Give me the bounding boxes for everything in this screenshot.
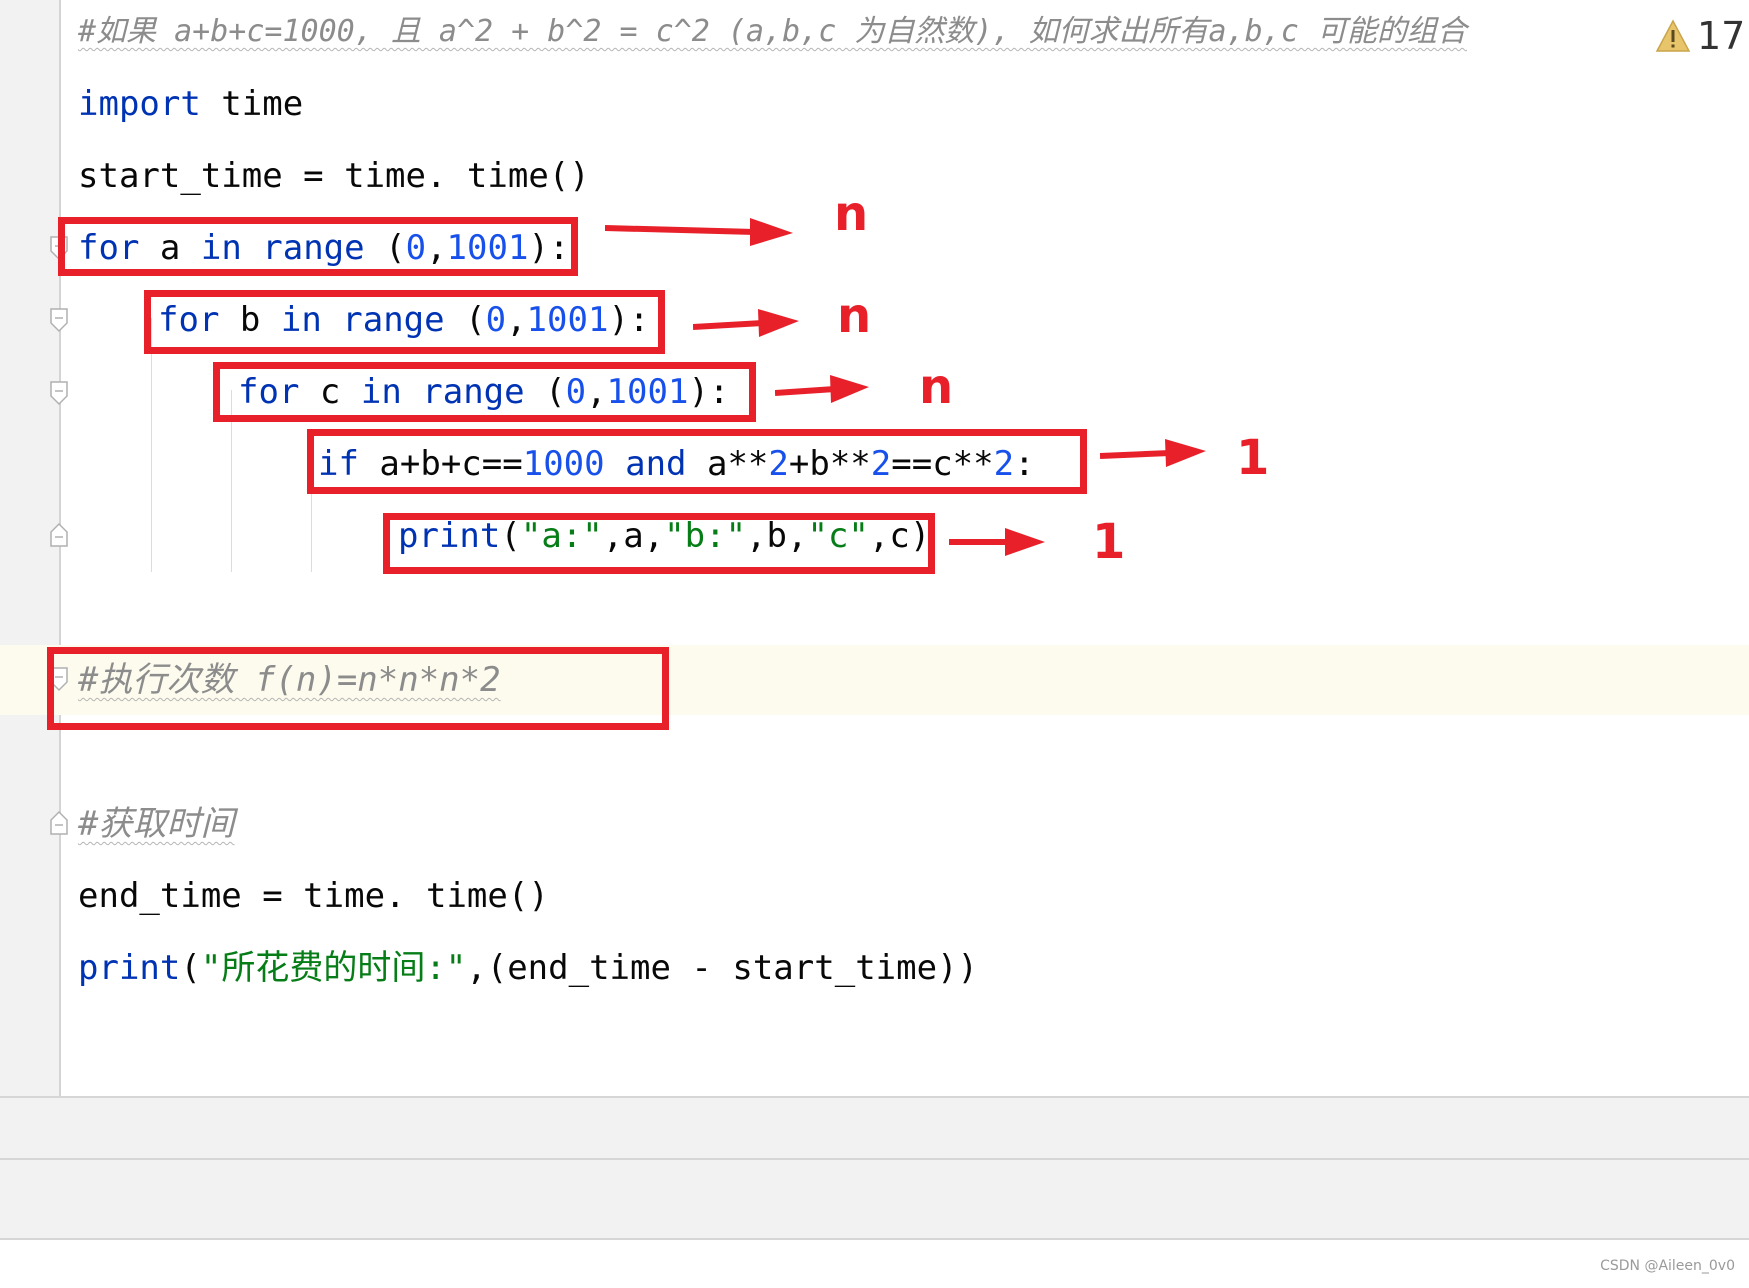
warning-icon xyxy=(1655,19,1691,52)
divider xyxy=(0,1158,1749,1160)
annotation-label: n xyxy=(837,288,872,344)
annotation-label: 1 xyxy=(1092,514,1126,570)
annotation-box-exec-count xyxy=(47,647,669,730)
annotation-label: n xyxy=(919,359,954,415)
warnings-indicator[interactable]: 17 xyxy=(1655,14,1746,58)
print-call: print xyxy=(78,948,181,988)
fold-marker-icon[interactable] xyxy=(49,380,69,406)
import-line: import time xyxy=(78,76,303,132)
paren-open: ( xyxy=(180,948,201,988)
import-keyword: import xyxy=(78,84,201,124)
header-comment-line: #如果 a+b+c=1000, 且 a^2 + b^2 = c^2 (a,b,c… xyxy=(78,14,1467,49)
annotation-arrow xyxy=(775,375,869,403)
indent-guide xyxy=(151,318,152,572)
annotation-box-for-b xyxy=(144,290,665,354)
get-time-comment: #获取时间 xyxy=(78,804,235,844)
import-module: time xyxy=(200,84,304,124)
annotation-box-for-a xyxy=(58,217,578,276)
annotation-arrow xyxy=(605,218,793,246)
warnings-count: 17 xyxy=(1697,14,1746,58)
start-time-line: start_time = time. time() xyxy=(78,156,590,196)
editor-gutter xyxy=(0,0,61,1096)
fold-marker-icon[interactable] xyxy=(49,307,69,333)
watermark: CSDN @Aileen_0v0 xyxy=(1600,1258,1735,1274)
fold-end-marker-icon[interactable] xyxy=(49,810,69,836)
divider xyxy=(0,1096,1749,1098)
annotation-arrow xyxy=(949,528,1045,556)
annotation-box-for-c xyxy=(213,362,756,422)
annotation-box-print xyxy=(383,513,935,574)
annotation-arrow xyxy=(1100,439,1206,467)
elapsed-string: "所花费的时间:" xyxy=(200,948,467,988)
annotation-arrow xyxy=(693,309,799,337)
status-strip xyxy=(0,1240,1749,1288)
elapsed-expr: ,(end_time - start_time)) xyxy=(466,948,979,988)
code-editor[interactable]: #如果 a+b+c=1000, 且 a^2 + b^2 = c^2 (a,b,c… xyxy=(0,0,1749,1096)
final-print-line: print("所花费的时间:",(end_time - start_time)) xyxy=(78,940,978,996)
end-time-line: end_time = time. time() xyxy=(78,876,549,916)
fold-end-marker-icon[interactable] xyxy=(49,522,69,548)
annotation-box-if xyxy=(307,429,1087,494)
annotation-label: 1 xyxy=(1236,430,1270,486)
annotation-label: n xyxy=(834,186,869,242)
